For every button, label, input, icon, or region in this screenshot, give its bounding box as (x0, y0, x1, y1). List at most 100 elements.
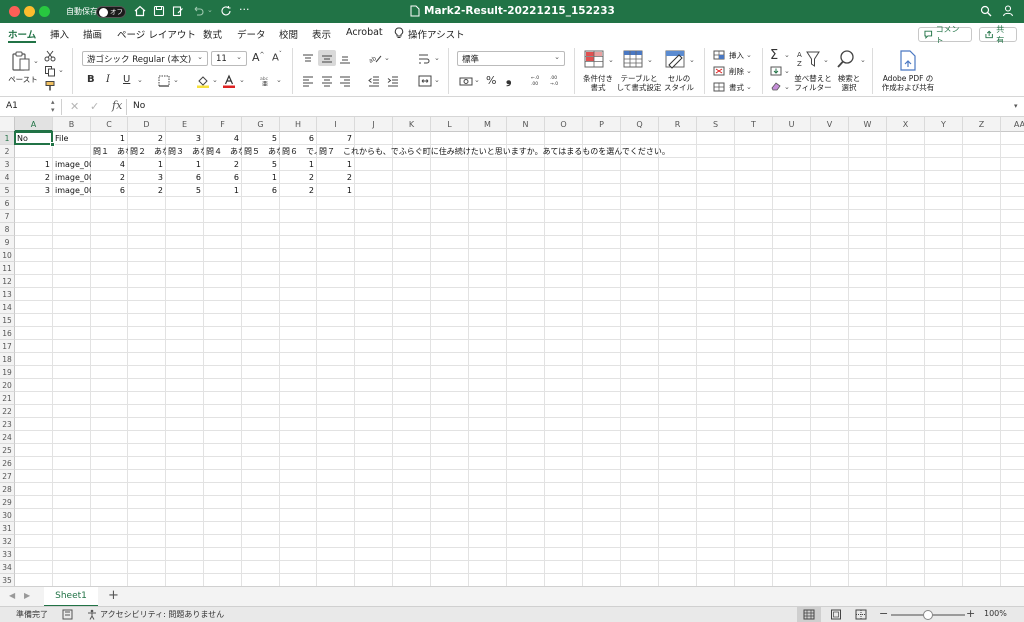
row-header-7[interactable]: 7 (0, 210, 15, 223)
insert-function-button[interactable]: fx (112, 99, 122, 112)
column-header-w[interactable]: W (849, 117, 887, 132)
phonetic-dropdown-icon[interactable]: ⌄ (276, 76, 282, 84)
row-header-4[interactable]: 4 (0, 171, 15, 184)
row-header-15[interactable]: 15 (0, 314, 15, 327)
borders-icon[interactable] (158, 75, 170, 87)
font-name-select[interactable]: 游ゴシック Regular (本文) ⌄ (82, 51, 208, 66)
cell-g5[interactable]: 6 (242, 184, 280, 197)
tab-view[interactable]: 表示 (312, 27, 331, 41)
row-header-28[interactable]: 28 (0, 483, 15, 496)
home-icon[interactable] (134, 5, 146, 17)
cell-h3[interactable]: 1 (280, 158, 317, 171)
accounting-dropdown-icon[interactable]: ⌄ (474, 76, 480, 84)
column-header-y[interactable]: Y (925, 117, 963, 132)
underline-button[interactable]: U (123, 74, 130, 85)
cell-c2[interactable]: 問１ あなたの (91, 145, 128, 158)
fill-color-dropdown-icon[interactable]: ⌄ (212, 76, 218, 84)
align-top-icon[interactable] (302, 53, 314, 65)
decrease-font-size-icon[interactable]: Aˇ (272, 51, 282, 63)
column-header-x[interactable]: X (887, 117, 925, 132)
column-header-h[interactable]: H (280, 117, 317, 132)
format-cells-icon[interactable] (713, 82, 725, 92)
sort-filter-dropdown-icon[interactable]: ⌄ (823, 56, 829, 64)
increase-font-size-icon[interactable]: A^ (252, 51, 265, 64)
cell-d5[interactable]: 2 (128, 184, 166, 197)
column-header-e[interactable]: E (166, 117, 204, 132)
phonetic-guide-icon[interactable]: abc亜 (260, 75, 274, 87)
cell-d1[interactable]: 2 (128, 132, 166, 145)
cell-b4[interactable]: image_002.png (53, 171, 91, 184)
column-header-q[interactable]: Q (621, 117, 659, 132)
column-header-g[interactable]: G (242, 117, 280, 132)
row-header-14[interactable]: 14 (0, 301, 15, 314)
row-header-27[interactable]: 27 (0, 470, 15, 483)
cell-f2[interactable]: 問４ あなたの (204, 145, 242, 158)
cell-b1[interactable]: File (53, 132, 91, 145)
cell-e2[interactable]: 問３ あなたの (166, 145, 204, 158)
minimize-window-button[interactable] (24, 6, 35, 17)
row-header-6[interactable]: 6 (0, 197, 15, 210)
accessibility-status[interactable]: アクセシビリティ: 問題ありません (100, 609, 224, 620)
column-header-v[interactable]: V (811, 117, 849, 132)
row-header-12[interactable]: 12 (0, 275, 15, 288)
row-header-19[interactable]: 19 (0, 366, 15, 379)
font-size-select[interactable]: 11 ⌄ (211, 51, 247, 66)
tab-tell-me[interactable]: 操作アシスト (408, 27, 465, 41)
column-header-k[interactable]: K (393, 117, 431, 132)
decrease-decimal-icon[interactable]: .00→.0 (550, 74, 564, 86)
row-header-8[interactable]: 8 (0, 223, 15, 236)
cell-c3[interactable]: 4 (91, 158, 128, 171)
cell-g3[interactable]: 5 (242, 158, 280, 171)
tab-formulas[interactable]: 数式 (203, 27, 222, 41)
redo-icon[interactable] (220, 5, 232, 17)
copy-dropdown-icon[interactable]: ⌄ (58, 66, 64, 74)
insert-cells-label[interactable]: 挿入 (729, 50, 744, 61)
column-header-j[interactable]: J (355, 117, 393, 132)
align-center-icon[interactable] (321, 75, 333, 87)
column-header-u[interactable]: U (773, 117, 811, 132)
zoom-level[interactable]: 100% (984, 609, 1007, 618)
row-header-13[interactable]: 13 (0, 288, 15, 301)
row-header-20[interactable]: 20 (0, 379, 15, 392)
conditional-formatting-dropdown-icon[interactable]: ⌄ (608, 56, 614, 64)
sheet-tab-sheet1[interactable]: Sheet1 (44, 587, 98, 607)
search-icon[interactable] (980, 5, 992, 17)
column-header-t[interactable]: T (735, 117, 773, 132)
worksheet-grid[interactable]: A B C D E F G H I J K L M N O P Q R S T U V W X Y Z AA 1 2 3 4 5 6 7 8 9 10 1… (0, 117, 1024, 586)
format-cells-dropdown-icon[interactable]: ⌄ (746, 83, 752, 91)
row-header-1[interactable]: 1 (0, 132, 15, 145)
column-header-p[interactable]: P (583, 117, 621, 132)
title-chevron-icon[interactable]: ⌄ (592, 5, 599, 14)
zoom-in-icon[interactable]: + (966, 607, 975, 620)
edit-file-icon[interactable] (172, 5, 184, 17)
row-header-34[interactable]: 34 (0, 561, 15, 574)
undo-icon[interactable] (192, 5, 204, 17)
cell-styles-icon[interactable] (665, 50, 687, 70)
underline-dropdown-icon[interactable]: ⌄ (137, 76, 143, 84)
name-box-stepper-icon[interactable]: ▴ ▾ (51, 98, 55, 114)
cell-c4[interactable]: 2 (91, 171, 128, 184)
cell-i5[interactable]: 1 (317, 184, 355, 197)
cell-f3[interactable]: 2 (204, 158, 242, 171)
row-header-33[interactable]: 33 (0, 548, 15, 561)
cell-e3[interactable]: 1 (166, 158, 204, 171)
clear-icon[interactable] (770, 81, 782, 91)
column-header-b[interactable]: B (53, 117, 91, 132)
zoom-out-icon[interactable]: − (879, 607, 888, 620)
row-header-26[interactable]: 26 (0, 457, 15, 470)
cell-f1[interactable]: 4 (204, 132, 242, 145)
comments-button[interactable]: コメント (918, 25, 972, 45)
row-header-35[interactable]: 35 (0, 574, 15, 586)
cell-g1[interactable]: 5 (242, 132, 280, 145)
page-break-view-icon[interactable] (855, 609, 867, 620)
increase-indent-icon[interactable] (387, 75, 399, 87)
row-header-22[interactable]: 22 (0, 405, 15, 418)
row-header-21[interactable]: 21 (0, 392, 15, 405)
column-header-n[interactable]: N (507, 117, 545, 132)
cell-i3[interactable]: 1 (317, 158, 355, 171)
cell-i1[interactable]: 7 (317, 132, 355, 145)
align-bottom-icon[interactable] (339, 53, 351, 65)
page-layout-view-icon[interactable] (830, 609, 842, 620)
paste-dropdown-icon[interactable]: ⌄ (33, 57, 39, 65)
column-header-c[interactable]: C (91, 117, 128, 132)
